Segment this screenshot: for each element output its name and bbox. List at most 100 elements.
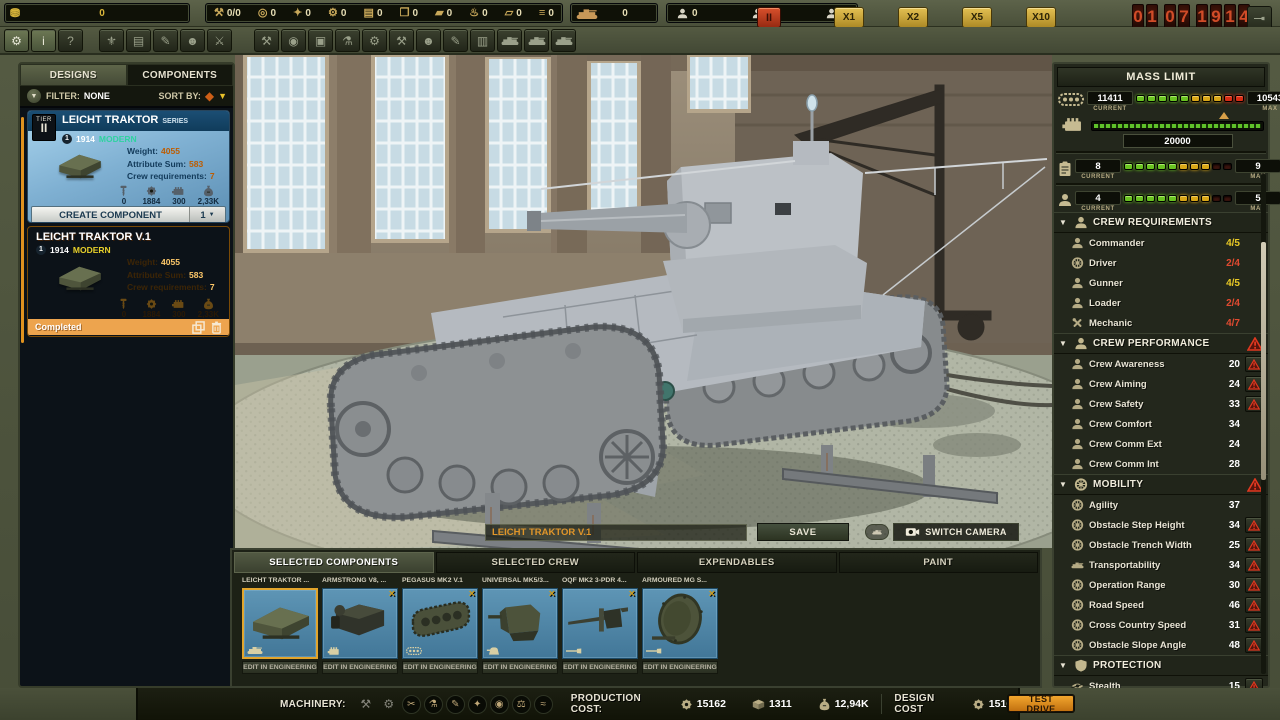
- tank-production-button[interactable]: [524, 29, 549, 52]
- warning-triangle-icon: [1248, 560, 1260, 571]
- date-digit: 9: [1210, 4, 1222, 29]
- speed-x2-button[interactable]: X2: [898, 7, 928, 28]
- duplicate-design-button[interactable]: [192, 321, 205, 334]
- speed-x1-button[interactable]: X1: [834, 7, 864, 28]
- series-meta: 1 1914 MODERN: [28, 131, 229, 144]
- stat-value: 4/5: [1214, 278, 1240, 289]
- design-variant-card[interactable]: LEICHT TRAKTOR V.1 1 1914 MODERN Weight:…: [27, 226, 230, 337]
- tab-designs[interactable]: DESIGNS: [20, 64, 127, 86]
- screw-cost: 0: [117, 298, 130, 319]
- pause-button[interactable]: II: [757, 7, 781, 28]
- tank-designs-button[interactable]: [497, 29, 522, 52]
- help-icon: ?: [67, 35, 74, 47]
- edit-in-engineering-button[interactable]: EDIT IN ENGINEERING: [562, 661, 638, 674]
- cost-value: 1884: [142, 311, 160, 319]
- saw-blade-icon[interactable]: ⚖: [512, 695, 531, 714]
- slider-marker-icon[interactable]: [1219, 112, 1229, 119]
- create-component-button[interactable]: CREATE COMPONENT: [32, 207, 189, 223]
- stats-scrollbar[interactable]: [1261, 174, 1266, 674]
- tab-expendables[interactable]: EXPENDABLES: [637, 552, 837, 573]
- edit-in-engineering-button[interactable]: EDIT IN ENGINEERING: [482, 661, 558, 674]
- vehicle-viewport[interactable]: LEICHT TRAKTOR V.1 SAVE SWITCH CAMERA: [235, 55, 1052, 548]
- world-map-button[interactable]: ◉: [281, 29, 306, 52]
- section-header-mobility[interactable]: ▼MOBILITY: [1054, 474, 1268, 495]
- trash-icon: [211, 321, 222, 334]
- remove-component-button[interactable]: ×: [629, 589, 635, 600]
- resource-value: 0: [482, 8, 488, 19]
- remove-component-button[interactable]: ×: [469, 589, 475, 600]
- date-group: 01: [1132, 4, 1158, 29]
- archive-button[interactable]: ▥: [470, 29, 495, 52]
- battles-button[interactable]: ⚔: [207, 29, 232, 52]
- variant-stats: Weight:4055Attribute Sum:583Crew require…: [127, 255, 225, 297]
- trowel-icon[interactable]: ✂: [402, 695, 421, 714]
- hook-icon[interactable]: ≈: [534, 695, 553, 714]
- component-count-dropdown[interactable]: 1▼: [189, 207, 225, 223]
- design-series-card[interactable]: LEICHT TRAKTOR SERIES TIER II 1 1914 MOD…: [27, 110, 230, 223]
- component-tile[interactable]: ×: [402, 588, 478, 659]
- research-button[interactable]: ⚗: [335, 29, 360, 52]
- delete-design-button[interactable]: [211, 321, 222, 334]
- tab-paint[interactable]: PAINT: [839, 552, 1039, 573]
- factory-button[interactable]: ⚒: [254, 29, 279, 52]
- scrollbar-thumb[interactable]: [1261, 242, 1266, 480]
- edit-in-engineering-button[interactable]: EDIT IN ENGINEERING: [322, 661, 398, 674]
- component-tile[interactable]: ×: [322, 588, 398, 659]
- tab-selected-crew[interactable]: SELECTED CREW: [436, 552, 636, 573]
- speed-x5-button[interactable]: X5: [962, 7, 992, 28]
- component-tile[interactable]: ×: [562, 588, 638, 659]
- component-tile[interactable]: ×: [642, 588, 718, 659]
- test-drive-button[interactable]: TEST DRIVE: [1008, 695, 1074, 712]
- settings-button[interactable]: ⚙: [4, 29, 29, 52]
- remove-component-button[interactable]: ×: [389, 589, 395, 600]
- gear-icon: [680, 698, 693, 711]
- sort-type-button[interactable]: ◆: [205, 90, 214, 102]
- remove-component-button[interactable]: ×: [709, 589, 715, 600]
- info-button[interactable]: i: [31, 29, 56, 52]
- workshop-button[interactable]: ⚒: [389, 29, 414, 52]
- edit-in-engineering-button[interactable]: EDIT IN ENGINEERING: [242, 661, 318, 674]
- grinder-icon[interactable]: ⚗: [424, 695, 443, 714]
- section-header-crew-requirements[interactable]: ▼CREW REQUIREMENTS: [1054, 212, 1268, 233]
- remove-component-button[interactable]: ×: [549, 589, 555, 600]
- component-tile[interactable]: ×: [482, 588, 558, 659]
- edit-in-engineering-button[interactable]: EDIT IN ENGINEERING: [642, 661, 718, 674]
- paint-shop-button[interactable]: ✎: [443, 29, 468, 52]
- design-name-input[interactable]: LEICHT TRAKTOR V.1: [485, 524, 747, 541]
- save-button[interactable]: SAVE: [757, 523, 849, 541]
- tab-components[interactable]: COMPONENTS: [127, 64, 234, 86]
- cost-value: 2,33K: [198, 311, 219, 319]
- speed-x10-button[interactable]: X10: [1026, 7, 1056, 28]
- money-bag-cost: 2,33K: [198, 185, 219, 206]
- led-segment: [1201, 195, 1210, 202]
- edit-in-engineering-button[interactable]: EDIT IN ENGINEERING: [402, 661, 478, 674]
- tank-service-button[interactable]: [551, 29, 576, 52]
- achievements-button[interactable]: ⚜: [99, 29, 124, 52]
- market-button[interactable]: ▣: [308, 29, 333, 52]
- vehicle-view-toggle-button[interactable]: [865, 524, 889, 540]
- mass-limit-slider[interactable]: 20000: [1091, 114, 1264, 148]
- engineering-button[interactable]: ⚙: [362, 29, 387, 52]
- sort-direction-button[interactable]: ▼: [218, 92, 227, 101]
- crew-safety-icon: [1071, 398, 1084, 410]
- bolt-icon[interactable]: ✦: [468, 695, 487, 714]
- help-button[interactable]: ?: [58, 29, 83, 52]
- designs-scrollbar[interactable]: [21, 117, 24, 343]
- staff-button[interactable]: ☻: [180, 29, 205, 52]
- filter-value[interactable]: NONE: [84, 91, 110, 101]
- section-header-crew-performance[interactable]: ▼CREW PERFORMANCE: [1054, 333, 1268, 354]
- stats-panel: MASS LIMIT 11411 CURRENT 10543 MAX 20000: [1052, 62, 1270, 688]
- crew-management-button[interactable]: ☻: [416, 29, 441, 52]
- component-tile[interactable]: [242, 588, 318, 659]
- mass-limit-input[interactable]: 20000: [1123, 134, 1233, 148]
- press-icon[interactable]: ◉: [490, 695, 509, 714]
- gear-icon: [972, 698, 985, 711]
- news-button[interactable]: ▤: [126, 29, 151, 52]
- contracts-button[interactable]: ✎: [153, 29, 178, 52]
- brush-icon[interactable]: ✎: [446, 695, 465, 714]
- filter-dropdown-button[interactable]: ▼: [26, 88, 42, 104]
- tab-selected-components[interactable]: SELECTED COMPONENTS: [234, 552, 434, 573]
- system-menu-group: ⚙i?: [4, 29, 83, 52]
- switch-camera-button[interactable]: SWITCH CAMERA: [893, 523, 1019, 541]
- section-header-protection[interactable]: ▼PROTECTION: [1054, 655, 1268, 676]
